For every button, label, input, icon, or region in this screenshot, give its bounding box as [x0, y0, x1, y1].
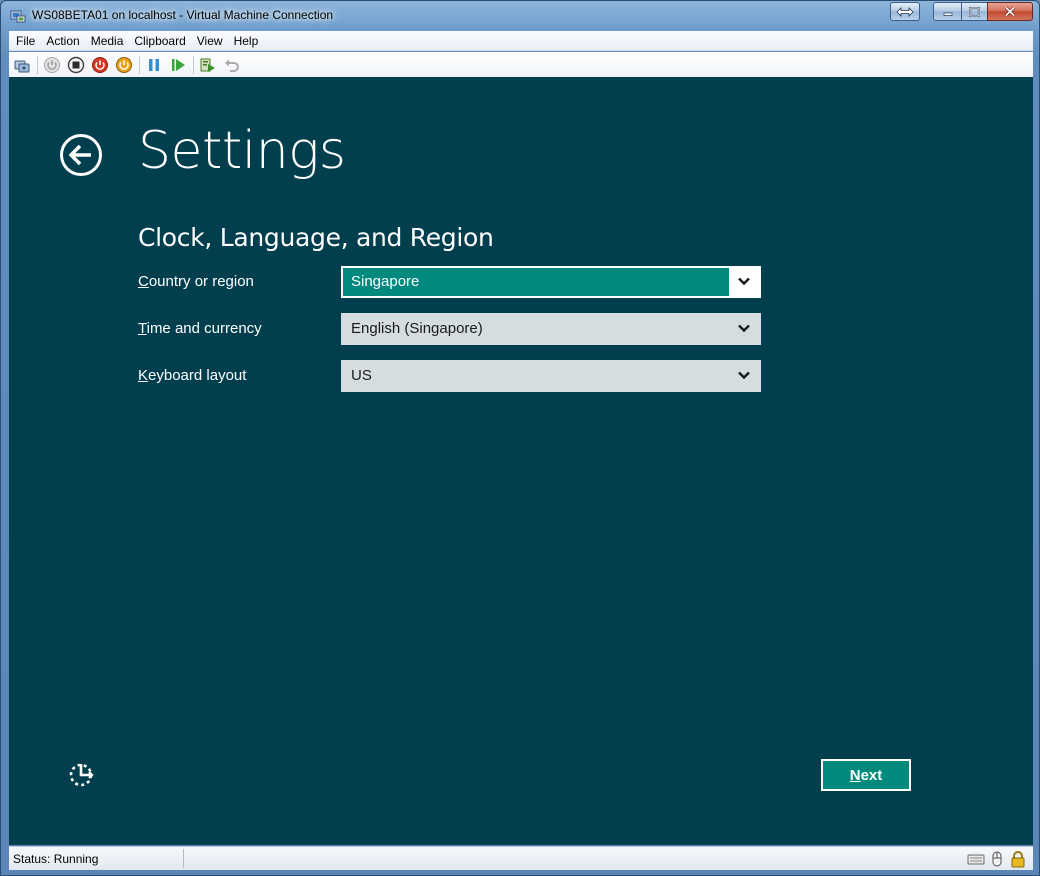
status-icons	[964, 850, 1027, 868]
caption-buttons	[890, 2, 1033, 22]
page-title: Settings	[138, 121, 346, 181]
time-currency-select[interactable]: English (Singapore)	[341, 313, 761, 345]
status-text: Status: Running	[13, 852, 99, 866]
country-row: Country or region Singapore	[138, 266, 778, 298]
menu-action[interactable]: Action	[41, 32, 84, 50]
vm-display[interactable]: Settings Clock, Language, and Region Cou…	[9, 77, 1033, 845]
resume-icon	[172, 58, 185, 71]
mouse-icon	[992, 851, 1002, 867]
toolbar-separator	[139, 55, 140, 74]
maximize-icon	[969, 6, 980, 17]
accelerator-key: K	[138, 367, 149, 384]
keyboard-value: US	[351, 367, 372, 384]
start-button[interactable]	[42, 55, 62, 75]
keyboard-label: Keyboard layout	[138, 367, 246, 384]
turn-off-button[interactable]	[66, 55, 86, 75]
shutdown-button[interactable]	[90, 55, 110, 75]
chevron-down-icon	[738, 277, 750, 286]
close-icon	[1004, 6, 1016, 17]
close-button[interactable]	[987, 2, 1033, 21]
pause-button[interactable]	[144, 55, 164, 75]
revert-icon	[225, 59, 239, 72]
chevron-down-icon	[738, 371, 750, 380]
ctrl-alt-del-icon	[14, 60, 30, 72]
minimize-button[interactable]	[933, 2, 961, 21]
accelerator-key: C	[138, 273, 149, 290]
keyboard-icon	[967, 854, 985, 865]
time-currency-row: Time and currency English (Singapore)	[138, 313, 778, 345]
shutdown-icon	[92, 56, 108, 73]
back-button[interactable]	[60, 134, 102, 176]
time-currency-value: English (Singapore)	[351, 320, 483, 337]
toolbar-separator	[37, 55, 38, 74]
country-value: Singapore	[351, 273, 420, 290]
country-label: Country or region	[138, 273, 254, 290]
save-icon	[116, 56, 132, 73]
maximize-button[interactable]	[961, 2, 987, 21]
next-button[interactable]: Next	[821, 759, 911, 791]
label-text: ountry or region	[148, 273, 254, 290]
horizontal-resize-icon	[896, 6, 914, 17]
menu-help[interactable]: Help	[229, 32, 264, 50]
back-arrow-icon	[69, 144, 91, 166]
ctrl-alt-del-button[interactable]	[12, 55, 32, 75]
menu-file[interactable]: File	[11, 32, 40, 50]
title-bar[interactable]: WS08BETA01 on localhost - Virtual Machin…	[1, 1, 1039, 31]
resume-button[interactable]	[168, 55, 188, 75]
label-text: eyboard layout	[148, 367, 247, 384]
accelerator-key: N	[849, 766, 861, 784]
status-separator	[183, 849, 184, 868]
resize-window-button[interactable]	[890, 2, 920, 21]
snapshot-button[interactable]	[198, 55, 218, 75]
minimize-icon	[943, 12, 952, 16]
ease-of-access-icon[interactable]	[67, 761, 95, 789]
start-icon	[44, 56, 60, 73]
toolbar-separator	[193, 55, 194, 74]
lock-icon	[1011, 851, 1025, 868]
button-label: ext	[860, 766, 883, 784]
accelerator-key: T	[138, 320, 147, 337]
menu-bar: File Action Media Clipboard View Help	[9, 31, 1033, 51]
chevron-down-icon	[738, 324, 750, 333]
toolbar	[9, 52, 1033, 77]
menu-media[interactable]: Media	[86, 32, 129, 50]
pause-icon	[149, 58, 159, 71]
window-title: WS08BETA01 on localhost - Virtual Machin…	[32, 8, 334, 22]
status-bar: Status: Running	[9, 846, 1033, 870]
menu-view[interactable]: View	[192, 32, 228, 50]
time-currency-label: Time and currency	[138, 320, 262, 337]
vm-connection-icon	[10, 10, 26, 23]
section-heading: Clock, Language, and Region	[138, 223, 494, 252]
revert-button[interactable]	[222, 55, 242, 75]
save-button[interactable]	[114, 55, 134, 75]
vm-connection-window: WS08BETA01 on localhost - Virtual Machin…	[0, 0, 1040, 876]
keyboard-select[interactable]: US	[341, 360, 761, 392]
label-text: ime and currency	[146, 320, 262, 337]
snapshot-icon	[200, 58, 215, 72]
country-select[interactable]: Singapore	[341, 266, 761, 298]
turn-off-icon	[67, 56, 85, 73]
menu-clipboard[interactable]: Clipboard	[129, 32, 190, 50]
keyboard-row: Keyboard layout US	[138, 360, 778, 392]
